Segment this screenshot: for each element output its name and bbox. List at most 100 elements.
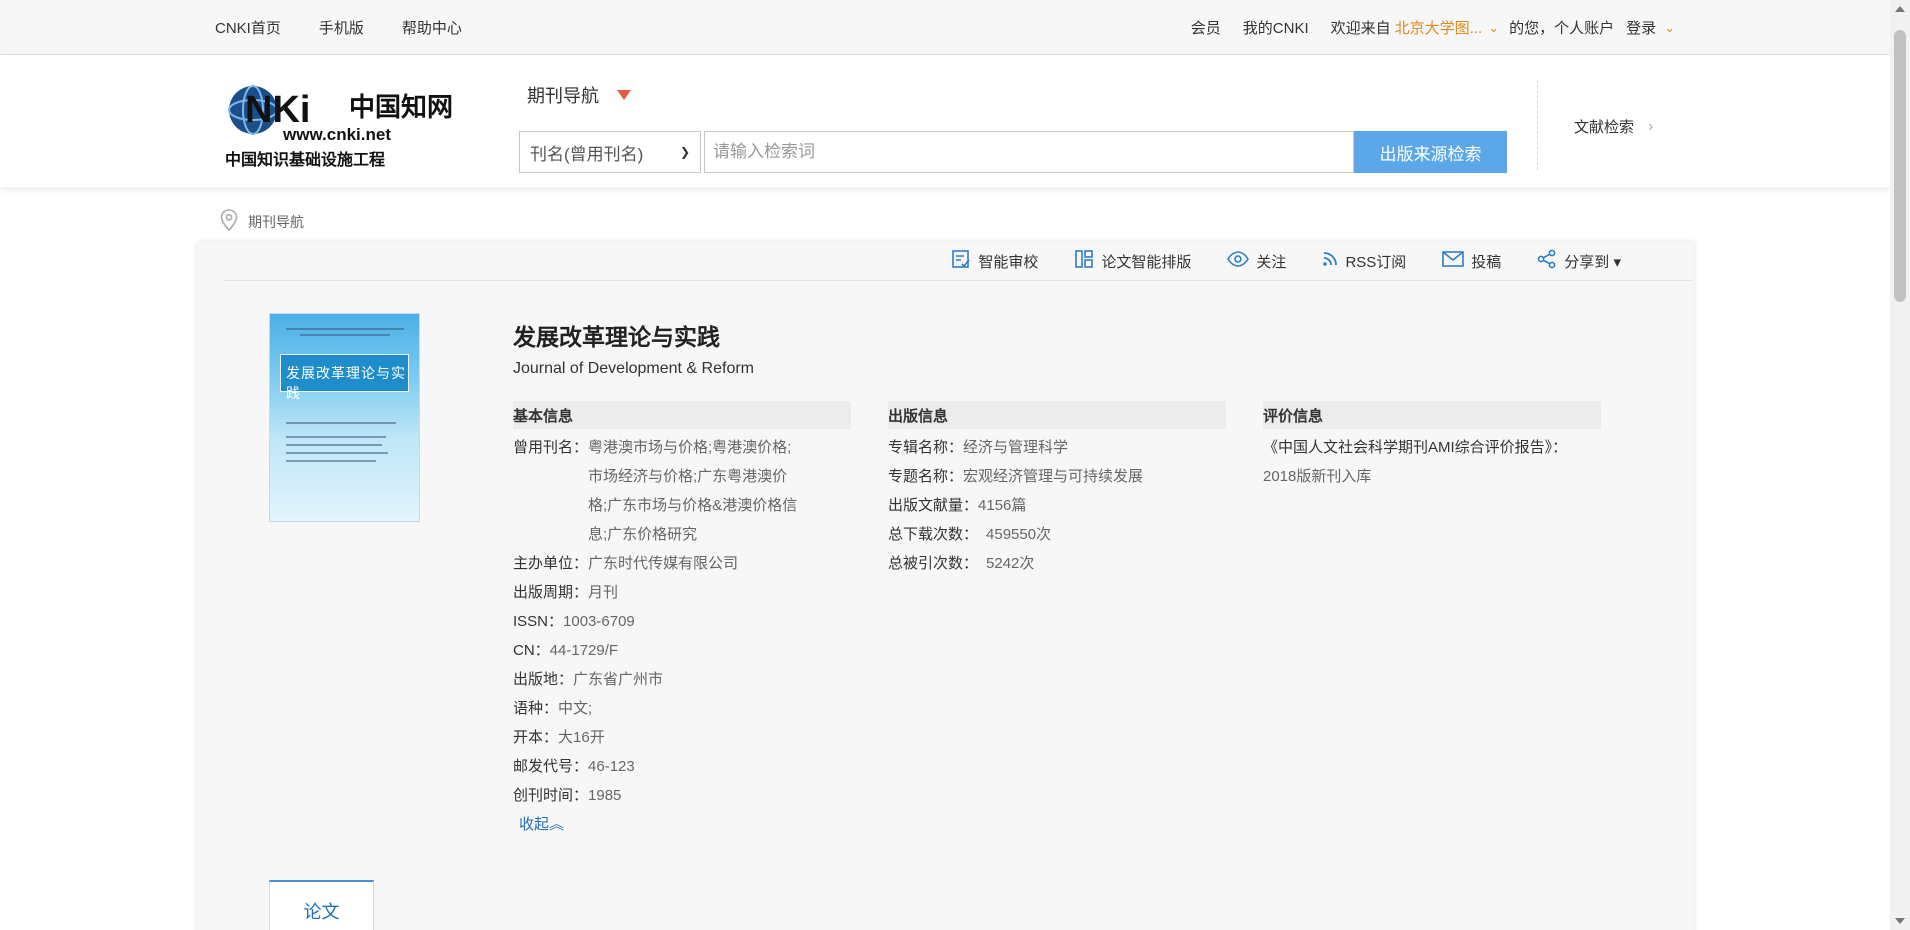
smart-layout-label: 论文智能排版 <box>1101 253 1192 271</box>
journal-title: 发展改革理论与实践 <box>513 324 720 350</box>
collapse-link[interactable]: 收起︽ <box>519 810 564 839</box>
cover-decoration <box>286 328 404 330</box>
literature-search-link[interactable]: 文献检索 › <box>1574 116 1653 137</box>
submit-manuscript-label: 投稿 <box>1471 253 1502 271</box>
header: NKi 中国知网 www.cnki.net 中国知识基础设施工程 期刊导航 刊名… <box>0 56 1890 187</box>
help-center-link[interactable]: 帮助中心 <box>402 17 462 38</box>
layout-icon <box>1074 249 1101 273</box>
follow-label: 关注 <box>1256 253 1287 271</box>
downloads-value: 459550次 <box>986 526 1052 543</box>
topic-row: 专题名称： 宏观经济管理与可持续发展 <box>888 462 1226 491</box>
issn-row: ISSN： 1003-6709 <box>513 607 851 636</box>
cycle-row: 出版周期： 月刊 <box>513 578 851 607</box>
share-icon <box>1537 249 1564 273</box>
evaluation-report-row: 《中国人文社会科学期刊AMI综合评价报告》： <box>1263 433 1601 462</box>
submit-manuscript-button[interactable]: 投稿 <box>1442 250 1501 272</box>
article-count-value: 4156篇 <box>978 497 1027 514</box>
svg-text:中国知网: 中国知网 <box>349 93 453 123</box>
evaluation-report: 《中国人文社会科学期刊AMI综合评价报告》： <box>1263 439 1568 456</box>
search-input[interactable] <box>704 131 1354 173</box>
series-row: 专辑名称： 经济与管理科学 <box>888 433 1226 462</box>
search-field-select[interactable]: 刊名(曾用刊名) ❯ <box>519 131 701 173</box>
caret-down-icon[interactable] <box>617 90 631 100</box>
language-value: 中文; <box>558 700 593 717</box>
format-row: 开本： 大16开 <box>513 723 851 752</box>
rss-subscribe-label: RSS订阅 <box>1345 253 1407 271</box>
journal-nav-title[interactable]: 期刊导航 <box>527 82 631 108</box>
journal-english-title: Journal of Development & Reform <box>513 360 754 377</box>
postal-code-label: 邮发代号： <box>513 758 589 775</box>
svg-text:www.cnki.net: www.cnki.net <box>282 125 391 144</box>
search-bar: 刊名(曾用刊名) ❯ 出版来源检索 <box>519 131 1507 173</box>
smart-layout-button[interactable]: 论文智能排版 <box>1074 249 1191 273</box>
source-search-button[interactable]: 出版来源检索 <box>1354 131 1507 173</box>
downloads-row: 总下载次数： 459550次 <box>888 520 1226 549</box>
language-label: 语种： <box>513 700 559 717</box>
basic-info-section: 基本信息 曾用刊名： 粤港澳市场与价格;粤港澳价格;市场经济与价格;广东粤港澳价… <box>513 401 851 839</box>
language-row: 语种： 中文; <box>513 694 851 723</box>
org-name[interactable]: 北京大学图... <box>1395 17 1483 38</box>
former-names-label: 曾用刊名： <box>513 439 589 456</box>
cn-label: CN： <box>513 642 550 659</box>
cnki-logo[interactable]: NKi 中国知网 www.cnki.net 中国知识基础设施工程 <box>225 78 455 170</box>
scroll-down-arrow-icon[interactable] <box>1895 918 1905 924</box>
cycle-value: 月刊 <box>588 584 619 601</box>
postal-code-value: 46-123 <box>588 758 635 775</box>
mail-icon <box>1442 250 1471 272</box>
share-label: 分享到 ▾ <box>1564 253 1621 271</box>
chevron-down-icon[interactable]: ⌄ <box>1488 20 1499 36</box>
cnki-home-link[interactable]: CNKI首页 <box>215 17 281 38</box>
proofread-icon <box>951 249 978 273</box>
cover-decoration <box>286 436 386 438</box>
tab-papers[interactable]: 论文 <box>269 880 374 930</box>
journal-detail-card: 智能审校 论文智能排版 关注 RSS订阅 投稿 分享到 ▾ 发展改革理论与实践 <box>197 242 1694 930</box>
sponsor-row: 主办单位： 广东时代传媒有限公司 <box>513 549 851 578</box>
member-link[interactable]: 会员 <box>1191 17 1221 38</box>
login-link[interactable]: 登录 <box>1626 17 1656 38</box>
vertical-scrollbar[interactable] <box>1890 0 1910 930</box>
cn-row: CN： 44-1729/F <box>513 636 851 665</box>
evaluation-status: 2018版新刊入库 <box>1263 468 1372 485</box>
place-label: 出版地： <box>513 671 574 688</box>
mobile-link[interactable]: 手机版 <box>319 17 364 38</box>
founded-label: 创刊时间： <box>513 787 589 804</box>
series-value: 经济与管理科学 <box>963 439 1069 456</box>
sponsor-label: 主办单位： <box>513 555 589 572</box>
place-row: 出版地： 广东省广州市 <box>513 665 851 694</box>
search-field-value: 刊名(曾用刊名) <box>530 144 644 164</box>
location-pin-icon <box>220 209 238 234</box>
breadcrumb: 期刊导航 <box>220 209 304 234</box>
share-button[interactable]: 分享到 ▾ <box>1537 249 1621 273</box>
citations-row: 总被引次数： 5242次 <box>888 549 1226 578</box>
cover-decoration <box>286 422 396 424</box>
cycle-label: 出版周期： <box>513 584 589 601</box>
cn-value: 44-1729/F <box>549 642 619 659</box>
login-chevron-icon[interactable]: ⌄ <box>1664 20 1675 36</box>
smart-proofread-button[interactable]: 智能审校 <box>951 249 1038 273</box>
issn-label: ISSN： <box>513 613 564 630</box>
top-bar: CNKI首页 手机版 帮助中心 会员 我的CNKI 欢迎来自 北京大学图... … <box>0 0 1890 55</box>
cover-decoration <box>300 334 390 336</box>
journal-nav-label: 期刊导航 <box>527 86 599 106</box>
chevron-down-icon: ❯ <box>679 145 690 159</box>
journal-toolbar: 智能审校 论文智能排版 关注 RSS订阅 投稿 分享到 ▾ <box>223 242 1693 281</box>
founded-value: 1985 <box>588 787 622 804</box>
format-value: 大16开 <box>558 729 605 746</box>
follow-button[interactable]: 关注 <box>1227 250 1286 272</box>
former-names-value: 粤港澳市场与价格;粤港澳价格;市场经济与价格;广东粤港澳价格;广东市场与价格&港… <box>588 439 798 543</box>
cover-decoration <box>286 460 376 462</box>
scrollbar-thumb[interactable] <box>1894 30 1906 302</box>
breadcrumb-journal-nav[interactable]: 期刊导航 <box>248 212 304 232</box>
my-cnki-link[interactable]: 我的CNKI <box>1243 17 1309 38</box>
scroll-up-arrow-icon[interactable] <box>1895 6 1905 12</box>
top-links: CNKI首页 手机版 帮助中心 <box>215 0 462 55</box>
collapse-row: 收起︽ <box>513 810 851 839</box>
literature-search-label: 文献检索 <box>1574 119 1635 136</box>
evaluation-info-section: 评价信息 《中国人文社会科学期刊AMI综合评价报告》： 2018版新刊入库 <box>1263 401 1601 491</box>
journal-cover-image[interactable]: 发展改革理论与实践 <box>269 313 420 522</box>
cover-decoration <box>286 444 382 446</box>
rss-icon <box>1322 251 1345 271</box>
rss-subscribe-button[interactable]: RSS订阅 <box>1322 251 1406 272</box>
citations-value: 5242次 <box>986 555 1035 572</box>
evaluation-status-row: 2018版新刊入库 <box>1263 462 1601 491</box>
